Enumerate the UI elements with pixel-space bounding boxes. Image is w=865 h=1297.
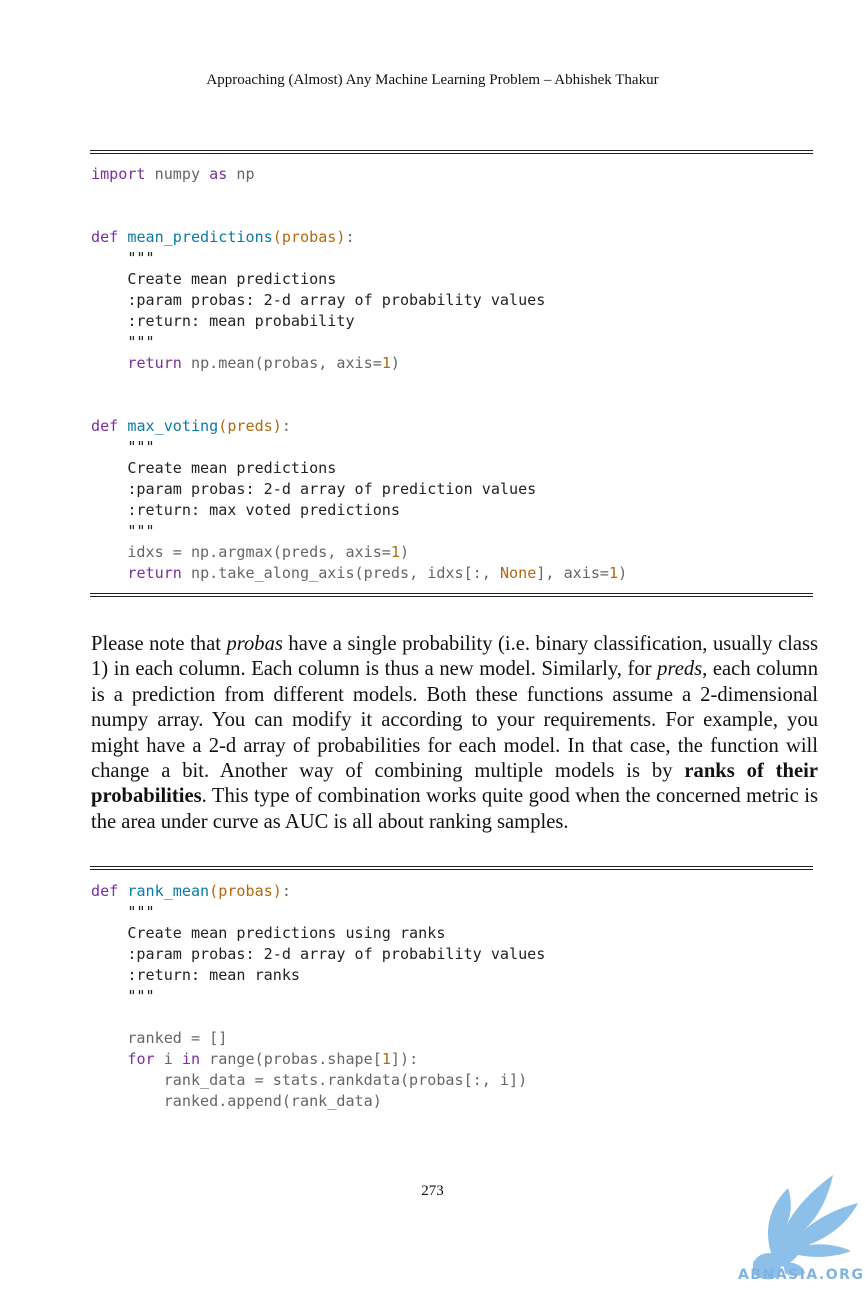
code-line: def mean_predictions(probas):: [91, 228, 355, 246]
code-line: Create mean predictions: [91, 459, 337, 477]
code-line: return np.mean(probas, axis=1): [127, 354, 400, 372]
code-line: :return: mean probability: [91, 312, 355, 330]
code-line: Create mean predictions: [91, 270, 337, 288]
code-line: ranked = []: [91, 1029, 228, 1047]
watermark-text: ABNASIA.ORG: [738, 1267, 865, 1283]
code-block-rank-mean: def rank_mean(probas): """ Create mean p…: [91, 881, 821, 1112]
code-line: :return: mean ranks: [91, 966, 301, 984]
code-line: """: [91, 333, 155, 351]
code-line: :param probas: 2-d array of probability …: [91, 291, 546, 309]
running-header: Approaching (Almost) Any Machine Learnin…: [206, 72, 659, 88]
code-line: """: [91, 903, 155, 921]
emphasis-preds: preds: [657, 658, 703, 681]
code-line: :param probas: 2-d array of prediction v…: [91, 480, 537, 498]
code-line: def rank_mean(probas):: [91, 882, 291, 900]
code-bottom-rule: [90, 593, 813, 597]
code-line: """: [91, 987, 155, 1005]
code-line: Create mean predictions using ranks: [91, 924, 446, 942]
code-line: """: [91, 522, 155, 540]
code-line: def max_voting(preds):: [91, 417, 291, 435]
code-line: idxs = np.argmax(preds, axis=1): [91, 543, 410, 561]
code-line: """: [91, 438, 155, 456]
code2-top-rule: [90, 866, 813, 870]
emphasis-probas: probas: [226, 633, 283, 655]
code-line: rank_data = stats.rankdata(probas[:, i]): [91, 1071, 528, 1089]
code-line: ranked.append(rank_data): [91, 1092, 382, 1110]
document-page: Approaching (Almost) Any Machine Learnin…: [0, 0, 865, 1297]
code-line: return np.take_along_axis(preds, idxs[:,…: [127, 564, 628, 582]
code-line: import numpy as np: [91, 165, 255, 183]
code-top-rule: [90, 150, 813, 154]
code-line: :param probas: 2-d array of probability …: [91, 945, 546, 963]
body-paragraph: Please note that probas have a single pr…: [91, 633, 818, 833]
code-line: :return: max voted predictions: [91, 501, 400, 519]
code-line: """: [91, 249, 155, 267]
code-block-ensemble-functions: import numpy as np def mean_predictions(…: [91, 164, 821, 584]
code-line: for i in range(probas.shape[1]):: [127, 1050, 419, 1068]
